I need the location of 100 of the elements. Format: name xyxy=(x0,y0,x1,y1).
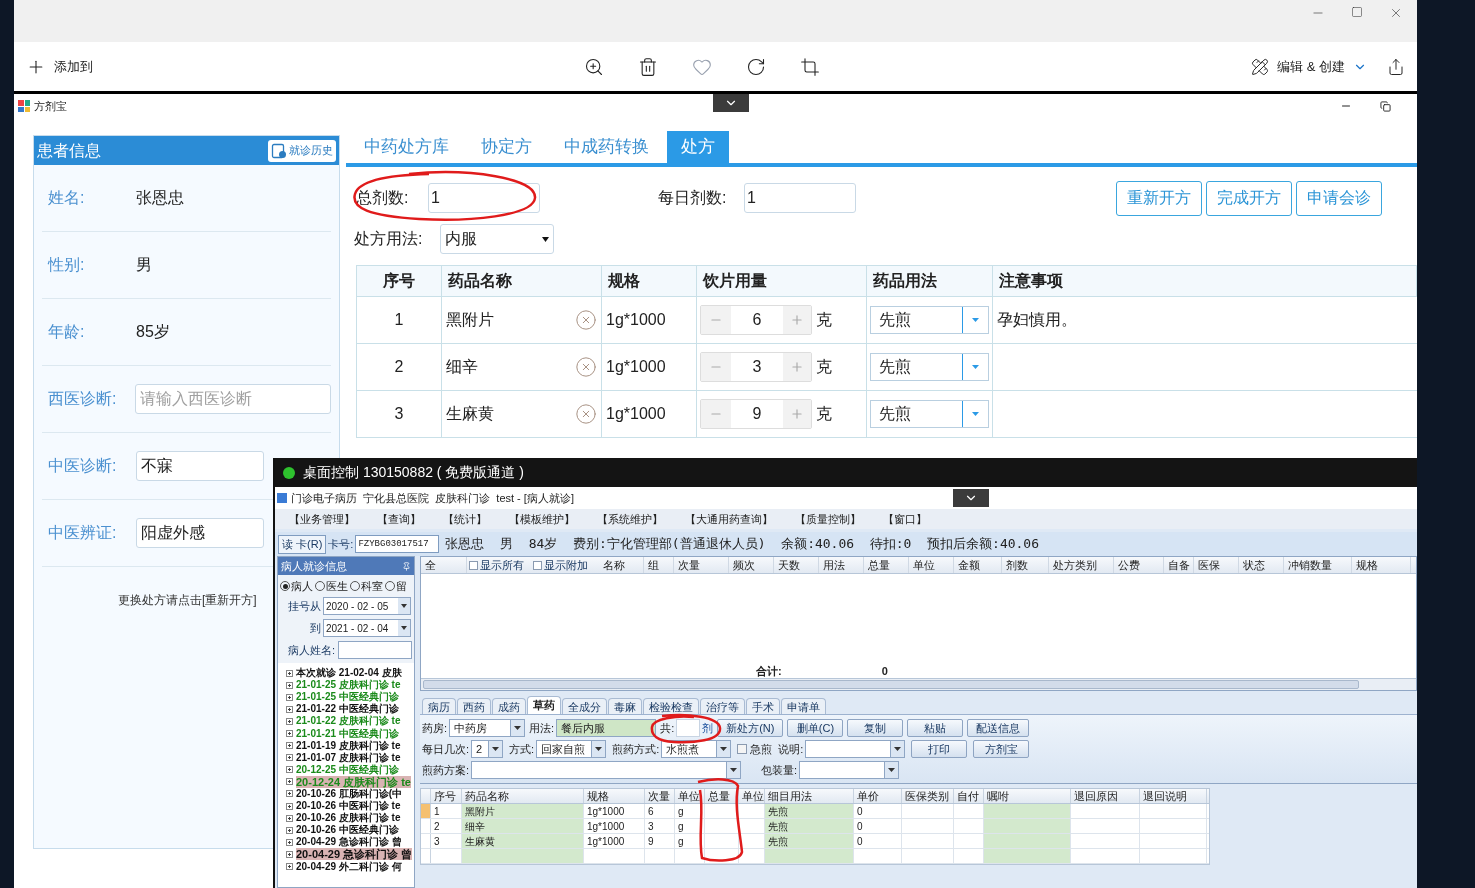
tab[interactable]: 草药 xyxy=(527,696,561,714)
expand-icon[interactable] xyxy=(286,693,293,701)
column-checkbox[interactable]: 显示附加 xyxy=(531,557,599,573)
visit-item[interactable]: 20-04-29 急诊科门诊 曾 xyxy=(296,848,413,861)
input-field[interactable] xyxy=(676,719,701,737)
tab[interactable]: 西药 xyxy=(457,698,491,714)
visit-item[interactable]: 20-10-26 中医经典门诊 xyxy=(296,824,399,837)
radio-option[interactable]: 医生 xyxy=(315,577,348,595)
add-to-button[interactable]: 添加到 xyxy=(26,56,93,77)
patient-name-field[interactable] xyxy=(338,641,412,659)
maximize-icon[interactable] xyxy=(1351,6,1363,18)
empty-cell[interactable] xyxy=(984,849,1071,863)
tab[interactable]: 全成分 xyxy=(562,698,607,714)
tab[interactable]: 检验检查 xyxy=(643,698,699,714)
toolbar-button[interactable]: 打印 xyxy=(911,740,968,758)
expand-icon[interactable] xyxy=(286,838,293,846)
dropdown-field[interactable] xyxy=(805,740,906,758)
input-field[interactable]: 餐后内服 xyxy=(556,719,657,737)
expand-icon[interactable] xyxy=(286,790,293,798)
expand-icon[interactable] xyxy=(286,730,293,737)
input-field[interactable]: 1 xyxy=(744,183,856,213)
visit-item[interactable]: 20-10-26 皮肤科门诊 te xyxy=(296,812,401,825)
visit-item[interactable]: 20-12-25 中医经典门诊 xyxy=(296,763,399,776)
dropdown-field[interactable]: 2 xyxy=(471,740,504,758)
delete-icon[interactable] xyxy=(638,56,659,77)
remove-icon[interactable] xyxy=(575,403,597,425)
collapse-button[interactable] xyxy=(953,489,989,507)
empty-cell[interactable] xyxy=(984,804,1071,818)
menu-item[interactable]: 【质量控制】 xyxy=(795,510,861,528)
expand-icon[interactable] xyxy=(286,863,293,871)
expand-icon[interactable] xyxy=(286,754,293,762)
expand-icon[interactable] xyxy=(286,681,293,689)
empty-cell[interactable] xyxy=(984,819,1071,833)
close-icon[interactable] xyxy=(1389,6,1403,20)
visit-history-button[interactable]: 就诊历史 xyxy=(268,139,336,162)
remove-icon[interactable] xyxy=(575,309,597,331)
tab[interactable]: 中成药转换 xyxy=(550,131,663,163)
dropdown-field[interactable]: 水煎煮 xyxy=(661,740,732,758)
dropdown-field[interactable] xyxy=(471,761,742,779)
read-card-button[interactable]: 读 卡(R) xyxy=(278,534,327,554)
crop-icon[interactable] xyxy=(800,56,821,77)
tab[interactable]: 手术 xyxy=(746,698,780,714)
visit-item[interactable]: 20-10-26 肛肠科门诊(中 xyxy=(296,788,403,800)
tab[interactable]: 成药 xyxy=(492,698,526,714)
radio-option[interactable]: 病人 xyxy=(280,577,313,595)
remove-icon[interactable] xyxy=(575,356,597,378)
input-field[interactable]: 1 xyxy=(428,183,540,213)
toolbar-button[interactable]: 方剂宝 xyxy=(973,740,1030,758)
radio-option[interactable]: 留 xyxy=(385,577,407,595)
expand-icon[interactable] xyxy=(286,802,293,810)
menu-item[interactable]: 【大通用药查询】 xyxy=(685,510,773,528)
dropdown-field[interactable]: 回家自煎 xyxy=(536,740,607,758)
date-field[interactable]: 2020 - 02 - 05 xyxy=(323,597,411,615)
visit-item[interactable]: 21-01-22 中医经典门诊 xyxy=(296,703,399,716)
pin-icon[interactable] xyxy=(402,561,411,571)
column-checkbox[interactable]: 显示所有 xyxy=(467,557,531,573)
input-field[interactable]: 阳虚外感 xyxy=(136,518,264,548)
visit-item[interactable]: 21-01-19 皮肤科门诊 te xyxy=(296,739,401,752)
expand-icon[interactable] xyxy=(286,766,293,774)
visit-item[interactable]: 21-01-25 中医经典门诊 xyxy=(296,691,399,704)
toolbar-button[interactable]: 新处方(N) xyxy=(717,719,784,737)
horizontal-scrollbar[interactable] xyxy=(421,678,1416,690)
empty-cell[interactable] xyxy=(462,849,584,863)
visit-item[interactable]: 本次就诊 21-02-04 皮肤 xyxy=(296,667,402,680)
visit-item[interactable]: 21-01-22 皮肤科门诊 te xyxy=(296,715,401,728)
expand-icon[interactable] xyxy=(286,826,293,834)
expand-icon[interactable] xyxy=(286,850,293,858)
rotate-icon[interactable] xyxy=(746,56,767,77)
tab[interactable]: 毒麻 xyxy=(608,698,642,714)
toolbar-button[interactable]: 删单(C) xyxy=(787,719,844,737)
tab[interactable]: 中药处方库 xyxy=(350,131,463,163)
expand-icon[interactable] xyxy=(286,669,293,677)
radio-option[interactable]: 科室 xyxy=(350,577,383,595)
usage-dropdown[interactable]: 内服 xyxy=(440,224,554,254)
visit-item[interactable]: 20-04-29 外二科门诊 何 xyxy=(296,860,402,873)
zoom-in-icon[interactable] xyxy=(584,56,605,77)
toolbar-button[interactable]: 复制 xyxy=(847,719,904,737)
expand-icon[interactable] xyxy=(286,717,293,725)
share-icon[interactable] xyxy=(1387,57,1405,76)
expand-icon[interactable] xyxy=(286,778,293,786)
dropdown-field[interactable]: 中药房 xyxy=(449,719,526,737)
input-field[interactable]: 不寐 xyxy=(136,451,264,481)
restore-icon[interactable] xyxy=(1380,100,1391,112)
visit-item[interactable]: 20-10-26 中医科门诊 te xyxy=(296,800,401,813)
date-field[interactable]: 2021 - 02 - 04 xyxy=(323,619,411,637)
empty-cell[interactable] xyxy=(765,849,854,863)
toolbar-button[interactable]: 配送信息 xyxy=(967,719,1030,737)
tab[interactable]: 病历 xyxy=(422,698,456,714)
visit-item[interactable]: 21-01-07 皮肤科门诊 te xyxy=(296,751,401,764)
menu-item[interactable]: 【业务管理】 xyxy=(289,510,355,528)
expand-icon[interactable] xyxy=(286,742,293,750)
expand-icon[interactable] xyxy=(286,814,293,822)
dropdown-field[interactable] xyxy=(799,761,900,779)
visit-item[interactable]: 21-01-25 皮肤科门诊 te xyxy=(296,679,401,692)
method-dropdown[interactable]: 先煎 xyxy=(870,306,989,334)
menu-item[interactable]: 【模板维护】 xyxy=(509,510,575,528)
menu-item[interactable]: 【查询】 xyxy=(377,510,421,528)
method-dropdown[interactable]: 先煎 xyxy=(870,353,989,381)
edit-create-button[interactable]: 编辑 & 创建 xyxy=(1251,56,1367,77)
toolbar-button[interactable]: 粘贴 xyxy=(907,719,964,737)
